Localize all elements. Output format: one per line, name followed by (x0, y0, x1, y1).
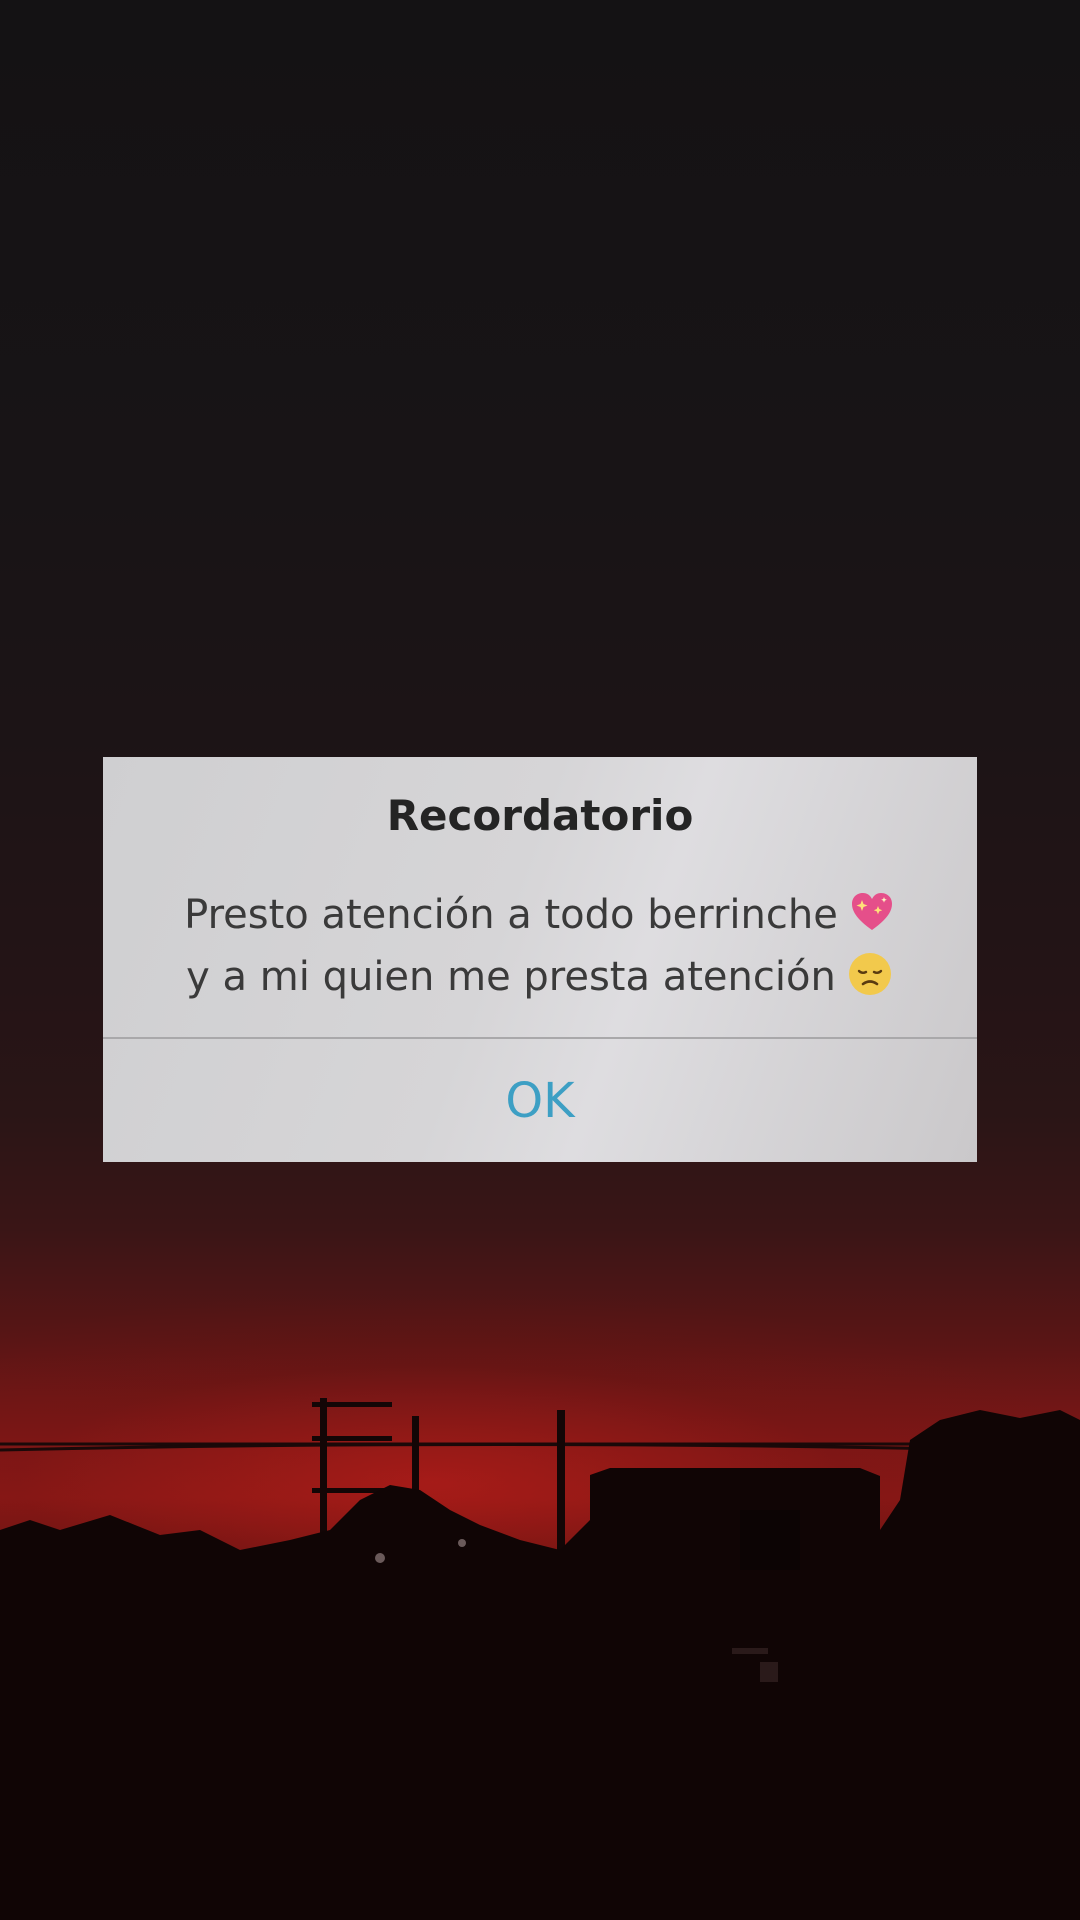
reminder-dialog: Recordatorio Presto atención a todo berr… (103, 757, 977, 1162)
ok-button[interactable]: OK (103, 1039, 977, 1162)
dialog-title: Recordatorio (386, 791, 694, 840)
message-line-1-text: Presto atención a todo berrinche (184, 892, 838, 938)
background-silhouette (0, 1398, 1080, 1920)
message-line-1: Presto atención a todo berrinche (143, 884, 937, 946)
dialog-message: Presto atención a todo berrinche y a mi … (143, 884, 937, 1008)
disappointed-face-icon (848, 953, 891, 995)
sparkling-heart-icon (851, 893, 892, 930)
message-line-2: y a mi quien me presta atención (143, 946, 937, 1008)
screen: Recordatorio Presto atención a todo berr… (0, 0, 1080, 1920)
message-line-2-text: y a mi quien me presta atención (186, 954, 836, 1000)
